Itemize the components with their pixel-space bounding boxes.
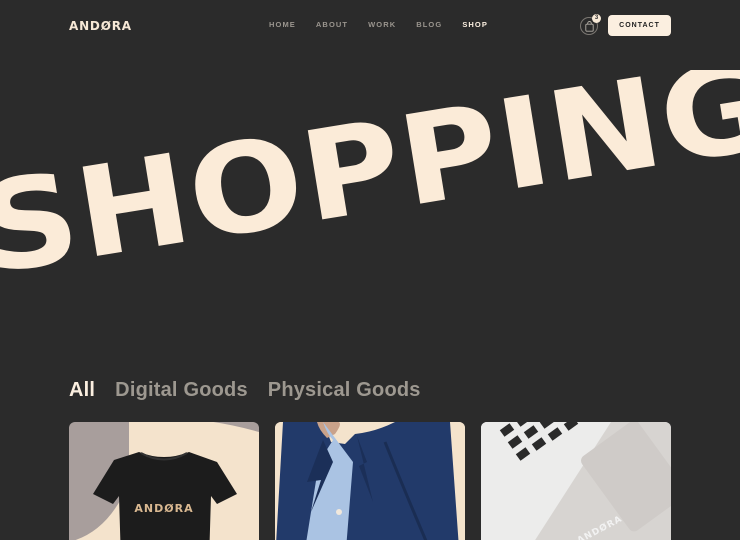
filter-digital-goods[interactable]: Digital Goods xyxy=(115,378,248,402)
filter-physical-goods[interactable]: Physical Goods xyxy=(268,378,421,402)
product-filters: All Digital Goods Physical Goods xyxy=(69,378,421,402)
nav-work[interactable]: WORK xyxy=(361,20,403,30)
nav-home[interactable]: HOME xyxy=(262,20,303,30)
tshirt-image: ANDØRA xyxy=(75,422,259,540)
product-card[interactable]: ANDØRA xyxy=(481,422,671,540)
nav-shop[interactable]: SHOP xyxy=(455,20,495,30)
nav-blog[interactable]: BLOG xyxy=(409,20,449,30)
page: ANDØRA HOME ABOUT WORK BLOG SHOP 3 CONTA… xyxy=(0,0,740,540)
hero-section: SHOPPING xyxy=(0,70,740,350)
hero-title: SHOPPING xyxy=(0,70,740,304)
site-header: ANDØRA HOME ABOUT WORK BLOG SHOP 3 CONTA… xyxy=(0,0,740,52)
product-card[interactable]: ANDØRA xyxy=(69,422,259,540)
nav-about[interactable]: ABOUT xyxy=(309,20,355,30)
brand-logo[interactable]: ANDØRA xyxy=(69,19,132,33)
main-nav: HOME ABOUT WORK BLOG SHOP xyxy=(262,20,501,30)
contact-button[interactable]: CONTACT xyxy=(608,15,671,36)
laptop-image: ANDØRA xyxy=(481,422,671,540)
product-card[interactable] xyxy=(275,422,465,540)
cart-button[interactable]: 3 xyxy=(580,14,601,35)
shopping-bag-icon xyxy=(585,21,594,32)
cart-count-badge: 3 xyxy=(592,14,601,23)
tshirt-print: ANDØRA xyxy=(134,502,193,515)
blazer-image xyxy=(275,422,465,540)
filter-all[interactable]: All xyxy=(69,378,95,402)
